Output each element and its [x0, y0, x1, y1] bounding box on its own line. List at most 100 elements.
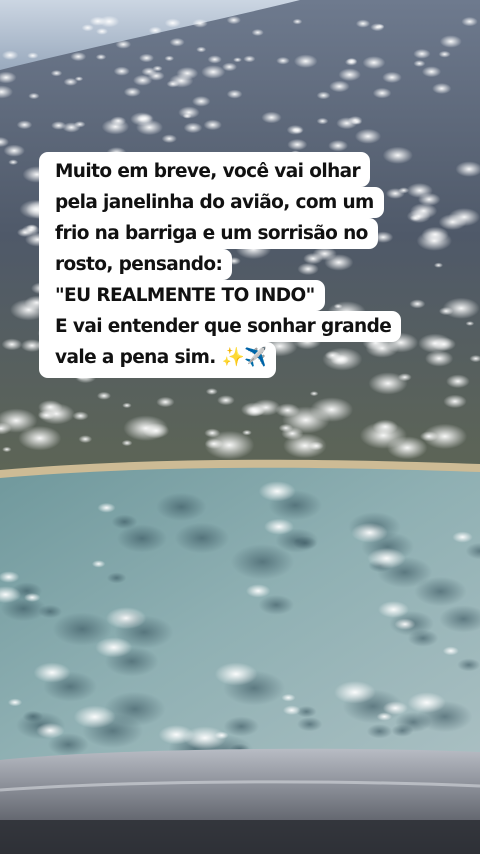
cloud-puff	[123, 87, 141, 97]
story-frame: Muito em breve, você vai olhar pela jane…	[0, 0, 480, 854]
cloud-puff	[243, 55, 256, 63]
caption-line: E vai entender que sonhar grande	[39, 311, 402, 342]
cloud-puff	[201, 65, 226, 79]
cloud-shadow	[293, 536, 318, 550]
cloud-puff	[141, 67, 157, 76]
cloud-puff	[382, 71, 402, 83]
cloud-puff	[97, 502, 116, 513]
cloud-puff	[169, 37, 185, 47]
caption-line: "EU REALMENTE TO INDO"	[39, 280, 325, 311]
cloud-puff	[161, 134, 177, 143]
cloud-puff	[452, 531, 473, 543]
cloud-puff	[16, 120, 33, 130]
cloud-puff	[446, 374, 470, 389]
cloud-puff	[329, 80, 350, 93]
cloud-puff	[91, 560, 106, 568]
cloud-puff	[282, 705, 301, 715]
cloud-puff	[276, 56, 290, 65]
airplane-window-photo	[0, 0, 480, 854]
cloud-puff	[204, 430, 255, 460]
cloud-puff	[344, 58, 358, 66]
cloud-puff	[62, 122, 81, 133]
cloud-puff	[207, 55, 222, 64]
cloud-puff	[81, 24, 94, 32]
cloud-puff	[367, 547, 406, 569]
cloud-puff	[196, 46, 207, 53]
cloud-puff	[203, 119, 222, 131]
cloud-puff	[37, 403, 75, 425]
cloud-shadow	[407, 629, 439, 647]
cloud-puff	[33, 662, 71, 683]
cloud-puff	[166, 80, 180, 88]
cloud-puff	[258, 481, 296, 502]
cloud-puff	[261, 111, 282, 124]
cloud-puff	[1, 338, 23, 351]
cloud-puff	[36, 722, 65, 739]
cloud-puff	[394, 618, 416, 630]
cloud-shadow	[111, 514, 138, 530]
cloud-puff	[95, 637, 133, 658]
cloud-puff	[182, 113, 192, 119]
cloud-shadow	[174, 522, 230, 554]
cloud-puff	[26, 224, 38, 232]
cloud-puff	[442, 646, 459, 656]
cloud-puff	[251, 29, 264, 36]
cloud-puff	[110, 116, 127, 126]
cloud-puff	[233, 57, 242, 63]
cloud-puff	[438, 50, 451, 58]
cloud-puff	[282, 406, 330, 434]
cloud-puff	[139, 53, 154, 63]
cloud-puff	[136, 119, 163, 136]
cloud-puff	[217, 395, 235, 406]
cloud-shadow	[223, 716, 260, 737]
cloud-puff	[226, 89, 243, 99]
cloud-puff	[376, 712, 393, 721]
cloud-puff	[164, 18, 181, 28]
cloud-puff	[133, 74, 153, 86]
cloud-puff	[98, 15, 120, 28]
cloud-puff	[63, 77, 78, 86]
cloud-puff	[309, 391, 319, 397]
cloud-puff	[2, 446, 12, 453]
cloud-puff	[419, 431, 438, 442]
cloud-puff	[122, 402, 132, 409]
cloud-puff	[316, 117, 329, 125]
cloud-puff	[362, 56, 386, 70]
cloud-shadow	[366, 724, 393, 739]
cloud-puff	[156, 396, 175, 408]
cloud-puff	[214, 731, 229, 740]
cloud-shadow	[391, 724, 414, 737]
caption-line: frio na barriga e um sorrisão no	[39, 218, 378, 249]
cloud-puff	[97, 391, 111, 400]
cloud-puff	[308, 441, 324, 451]
cloud-puff	[372, 87, 392, 99]
caption-line: rosto, pensando:	[39, 249, 233, 280]
cloud-puff	[264, 518, 294, 535]
cloud-puff	[8, 159, 19, 165]
cloud-puff	[192, 18, 208, 28]
cloud-puff	[413, 48, 431, 59]
cloud-puff	[287, 138, 308, 151]
cloud-puff	[316, 91, 331, 100]
cloud-puff	[73, 705, 116, 729]
cloud-puff	[334, 681, 376, 704]
cloud-shadow	[156, 492, 207, 522]
cloud-puff	[78, 435, 93, 443]
cloud-shadow	[22, 710, 44, 723]
cloud-puff	[50, 70, 63, 77]
cloud-puff	[70, 52, 87, 62]
cloud-puff	[96, 28, 108, 35]
cloud-shadow	[258, 594, 295, 615]
cloud-puff	[438, 214, 467, 230]
cloud-puff	[214, 662, 258, 686]
cloud-puff	[378, 601, 409, 618]
cloud-puff	[192, 96, 211, 107]
cloud-puff	[465, 321, 475, 326]
cloud-puff	[354, 128, 382, 144]
cloud-puff	[7, 698, 23, 707]
cloud-puff	[222, 62, 237, 72]
cloud-puff	[355, 19, 371, 28]
cloud-puff	[439, 35, 462, 48]
cloud-shadow	[297, 717, 323, 732]
cloud-puff	[281, 693, 296, 702]
